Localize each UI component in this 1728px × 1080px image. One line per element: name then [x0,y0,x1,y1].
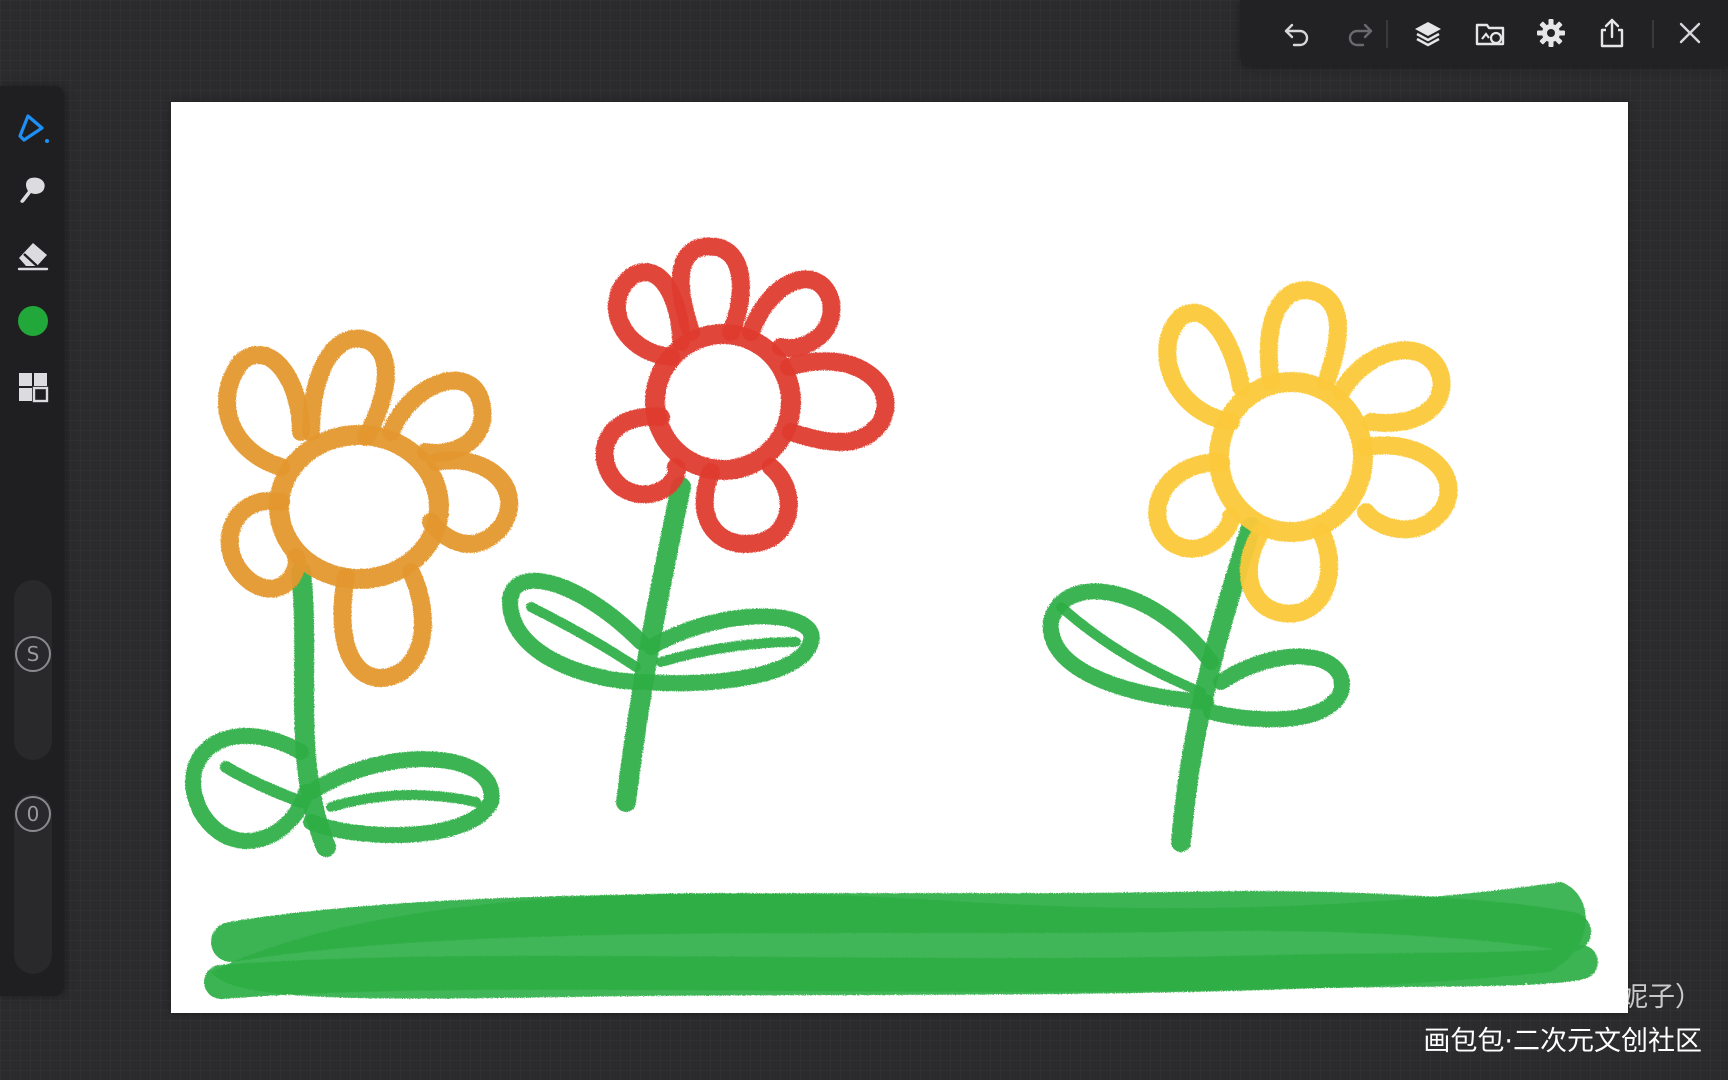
settings-icon [1537,19,1565,47]
grid-icon [19,373,49,403]
opacity-handle[interactable]: 0 [13,794,53,834]
undo-icon [1284,23,1309,47]
close-icon [1679,22,1701,44]
left-toolbar: S 0 [0,86,64,996]
close-button[interactable] [1670,13,1710,53]
grass [204,882,1598,999]
watermark: @忘羡羡（妮子） 画包包·二次元文创社区 [1423,976,1702,1064]
top-toolbar [1240,0,1728,66]
red-flower [502,237,895,812]
brush-tool-button[interactable] [12,106,54,148]
drawing-canvas[interactable] [171,102,1628,1013]
size-label: S [15,636,51,672]
toolbar-separator [1652,20,1654,48]
layers-icon [1415,22,1441,47]
color-picker-button[interactable] [12,300,54,342]
yellow-flower [1042,281,1458,852]
watermark-community: 画包包·二次元文创社区 [1423,1026,1702,1057]
gallery-icon [1475,23,1505,46]
eraser-icon [17,243,49,271]
layers-button[interactable] [1408,13,1448,53]
smudge-tool-button[interactable] [12,170,54,212]
watermark-author: @忘羡羡（妮子） [1486,982,1702,1013]
orange-flower [185,329,519,857]
grid-button[interactable] [12,366,54,408]
redo-button[interactable] [1340,13,1380,53]
brush-icon [18,114,49,143]
toolbar-separator [1386,20,1388,48]
smudge-icon [20,177,45,203]
opacity-label: 0 [15,796,51,832]
artwork [185,237,1598,999]
share-button[interactable] [1592,13,1632,53]
brush-size-handle[interactable]: S [13,634,53,674]
share-icon [1600,18,1624,48]
redo-icon [1348,23,1373,47]
gallery-button[interactable] [1470,13,1510,53]
settings-button[interactable] [1531,13,1571,53]
undo-button[interactable] [1277,13,1317,53]
color-swatch [18,306,48,336]
eraser-tool-button[interactable] [12,234,54,276]
workspace: S 0 @忘羡羡（妮子） 画包包·二次元文创社区 [0,0,1728,1080]
